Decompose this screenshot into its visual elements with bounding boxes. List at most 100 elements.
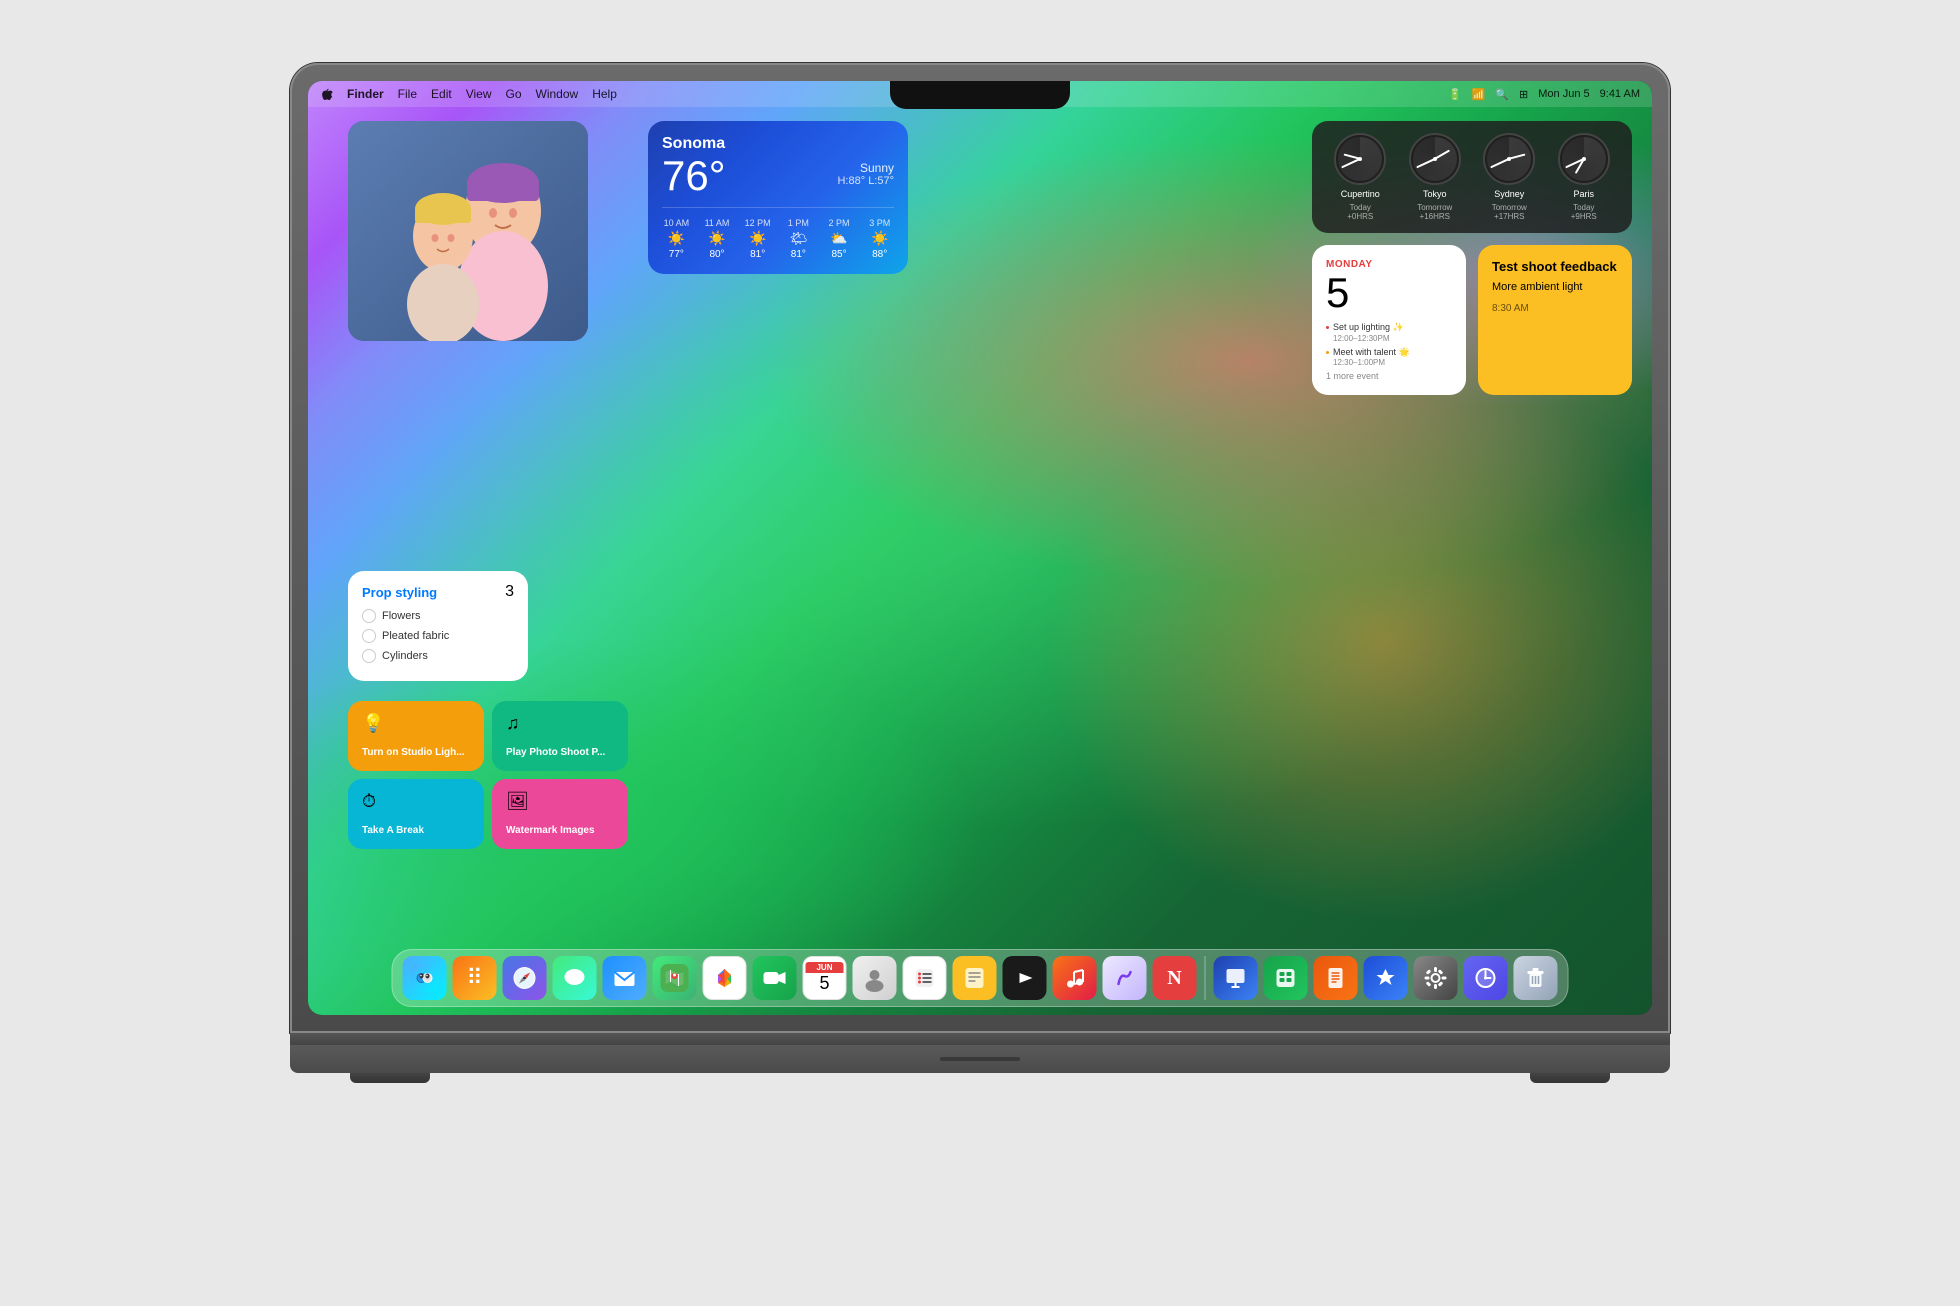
photo-image xyxy=(348,121,588,341)
music-icon: ♫ xyxy=(506,713,614,734)
menubar-edit[interactable]: Edit xyxy=(431,87,452,101)
clock-face-paris xyxy=(1558,133,1610,185)
dock-item-numbers[interactable] xyxy=(1264,956,1308,1000)
dock-item-screentime[interactable] xyxy=(1464,956,1508,1000)
dock-item-facetime[interactable] xyxy=(753,956,797,1000)
dock-item-notes[interactable] xyxy=(953,956,997,1000)
weather-temp: 76° xyxy=(662,155,726,197)
menubar-finder[interactable]: Finder xyxy=(347,87,384,101)
menubar-help[interactable]: Help xyxy=(592,87,617,101)
dock-item-contacts[interactable] xyxy=(853,956,897,1000)
dock-item-news[interactable]: N xyxy=(1153,956,1197,1000)
menubar-view[interactable]: View xyxy=(466,87,492,101)
reminder-item-1: Flowers xyxy=(362,609,514,623)
weather-forecast: 10 AM ☀️ 77° 11 AM ☀️ 80° 12 PM ☀️ 8 xyxy=(662,207,894,260)
reminder-label: Flowers xyxy=(382,610,421,622)
dock-item-maps[interactable] xyxy=(653,956,697,1000)
dock-item-launchpad[interactable]: ⠿ xyxy=(453,956,497,1000)
shortcut-studio-light[interactable]: 💡 Turn on Studio Ligh... xyxy=(348,701,484,771)
clock-city-label: Sydney xyxy=(1494,189,1524,199)
apple-logo-icon[interactable] xyxy=(320,88,333,101)
forecast-4: 1 PM 🌤 81° xyxy=(784,218,813,260)
more-events: 1 more event xyxy=(1326,371,1452,381)
clock-city-info: Today+0HRS xyxy=(1347,203,1373,221)
macbook-base-area xyxy=(290,1033,1670,1083)
weather-widget: Sonoma 76° Sunny H:88° L:57° 10 AM xyxy=(648,121,908,274)
event-label: Set up lighting ✨ xyxy=(1333,322,1404,334)
dock-item-freeform[interactable] xyxy=(1103,956,1147,1000)
reminders-header: Prop styling 3 xyxy=(362,583,514,601)
dock-item-appstore[interactable] xyxy=(1364,956,1408,1000)
dock-item-calendar[interactable]: JUN 5 xyxy=(803,956,847,1000)
dock-item-reminders[interactable] xyxy=(903,956,947,1000)
dock-item-music[interactable] xyxy=(1053,956,1097,1000)
shortcuts-widget: 💡 Turn on Studio Ligh... ♫ Play Photo Sh… xyxy=(348,701,628,849)
shortcut-watermark[interactable]: 🖼 Watermark Images xyxy=(492,779,628,849)
calendar-widget: MONDAY 5 Set up lighting ✨ 12:00–12:30PM xyxy=(1312,245,1466,395)
clock-tokyo: Tokyo Tomorrow+16HRS xyxy=(1409,133,1461,221)
dock-item-mail[interactable] xyxy=(603,956,647,1000)
calendar-dock-month: JUN xyxy=(806,962,844,973)
menubar-date: Mon Jun 5 xyxy=(1538,88,1589,100)
weather-location: Sonoma xyxy=(662,135,894,153)
notes-content: More ambient light xyxy=(1492,280,1618,295)
dock-item-appletv[interactable] xyxy=(1003,956,1047,1000)
clock-face-cupertino xyxy=(1334,133,1386,185)
dock-item-trash[interactable] xyxy=(1514,956,1558,1000)
dock-item-keynote[interactable] xyxy=(1214,956,1258,1000)
macbook-lid: Finder File Edit View Go Window Help 🔋 📶… xyxy=(290,63,1670,1033)
weather-condition: Sunny xyxy=(837,161,894,175)
forecast-6: 3 PM ☀️ 88° xyxy=(865,218,894,260)
reminder-checkbox[interactable] xyxy=(362,629,376,643)
reminder-item-3: Cylinders xyxy=(362,649,514,663)
notes-time: 8:30 AM xyxy=(1492,303,1618,314)
dock-item-messages[interactable] xyxy=(553,956,597,1000)
calendar-event-1: Set up lighting ✨ 12:00–12:30PM xyxy=(1326,322,1452,343)
trackpad-indicator xyxy=(940,1057,1020,1061)
dock-item-finder[interactable] xyxy=(403,956,447,1000)
clock-paris: Paris Today+9HRS xyxy=(1558,133,1610,221)
menubar-go[interactable]: Go xyxy=(506,87,522,101)
macbook-hinge xyxy=(290,1033,1670,1045)
notes-widget: Test shoot feedback More ambient light 8… xyxy=(1478,245,1632,395)
photo-widget xyxy=(348,121,588,341)
menubar-right: 🔋 📶 🔍 ⊞ Mon Jun 5 9:41 AM xyxy=(1448,88,1640,101)
clock-center-dot xyxy=(1433,157,1437,161)
dock-item-safari[interactable] xyxy=(503,956,547,1000)
notes-title: Test shoot feedback xyxy=(1492,259,1618,274)
forecast-5: 2 PM ⛅ 85° xyxy=(825,218,854,260)
reminders-widget: Prop styling 3 Flowers Pleated fabric Cy… xyxy=(348,571,528,681)
reminder-checkbox[interactable] xyxy=(362,609,376,623)
svg-text:N: N xyxy=(1167,967,1182,989)
shortcut-play-music[interactable]: ♫ Play Photo Shoot P... xyxy=(492,701,628,771)
widgets-area: Cupertino Today+0HRS Tokyo Tomorrow+16HR… xyxy=(1312,121,1632,395)
clock-city-info: Tomorrow+16HRS xyxy=(1417,203,1452,221)
clock-city-label: Cupertino xyxy=(1341,189,1380,199)
clock-widget: Cupertino Today+0HRS Tokyo Tomorrow+16HR… xyxy=(1312,121,1632,233)
shortcut-label: Turn on Studio Ligh... xyxy=(362,747,470,759)
dock-item-pages[interactable] xyxy=(1314,956,1358,1000)
forecast-1: 10 AM ☀️ 77° xyxy=(662,218,691,260)
shortcut-label: Take A Break xyxy=(362,825,470,837)
menubar-file[interactable]: File xyxy=(398,87,417,101)
launchpad-icon: ⠿ xyxy=(466,965,482,991)
reminder-checkbox[interactable] xyxy=(362,649,376,663)
screen-bezel: Finder File Edit View Go Window Help 🔋 📶… xyxy=(308,81,1652,1015)
shortcut-take-break[interactable]: ⏱ Take A Break xyxy=(348,779,484,849)
dock-item-settings[interactable] xyxy=(1414,956,1458,1000)
macbook: Finder File Edit View Go Window Help 🔋 📶… xyxy=(290,63,1670,1243)
clock-cupertino: Cupertino Today+0HRS xyxy=(1334,133,1386,221)
clock-center-dot xyxy=(1582,157,1586,161)
forecast-3: 12 PM ☀️ 81° xyxy=(743,218,772,260)
dock: ⠿ xyxy=(392,949,1569,1007)
search-icon[interactable]: 🔍 xyxy=(1495,88,1509,101)
event-label: Meet with talent 🌟 xyxy=(1333,347,1410,359)
menubar-window[interactable]: Window xyxy=(536,87,579,101)
clock-sydney: Sydney Tomorrow+17HRS xyxy=(1483,133,1535,221)
event-time: 12:30–1:00PM xyxy=(1333,358,1410,367)
timer-icon: ⏱ xyxy=(362,791,470,812)
menubar-left: Finder File Edit View Go Window Help xyxy=(320,87,1448,101)
dock-item-photos[interactable] xyxy=(703,956,747,1000)
wifi-indicator: 📶 xyxy=(1472,88,1486,101)
control-center-icon[interactable]: ⊞ xyxy=(1519,88,1528,101)
